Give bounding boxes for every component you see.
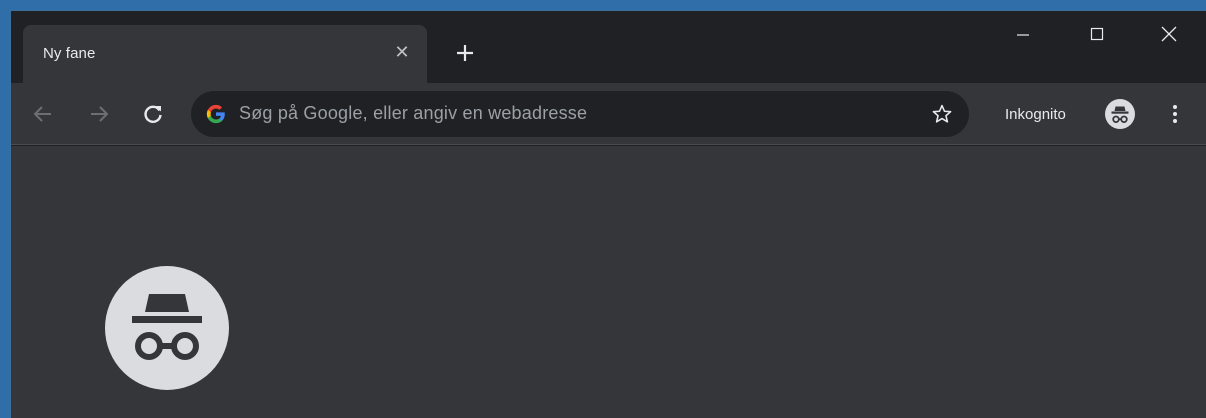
back-button[interactable] <box>29 100 57 128</box>
maximize-button[interactable] <box>1067 11 1127 57</box>
incognito-label: Inkognito <box>1005 105 1066 123</box>
forward-button[interactable] <box>85 100 113 128</box>
menu-button[interactable] <box>1161 100 1189 128</box>
reload-icon <box>144 105 162 123</box>
close-icon <box>1161 26 1177 42</box>
arrow-left-icon <box>33 106 51 122</box>
reload-button[interactable] <box>139 100 167 128</box>
google-logo-icon <box>206 104 225 124</box>
tab-close-icon[interactable]: ✕ <box>391 41 413 63</box>
maximize-icon <box>1090 27 1104 41</box>
omnibox-placeholder: Søg på Google, eller angiv en webadresse <box>239 103 588 123</box>
bookmark-button[interactable] <box>929 101 955 127</box>
incognito-icon <box>1105 99 1135 129</box>
incognito-profile-button[interactable]: Inkognito <box>991 97 1141 131</box>
plus-icon <box>457 45 473 61</box>
minimize-button[interactable] <box>993 11 1053 57</box>
incognito-icon <box>105 266 229 390</box>
page-content <box>11 146 1206 418</box>
tab-strip: Ny fane ✕ <box>11 11 1206 83</box>
star-icon <box>932 104 952 123</box>
three-dots-vertical-icon <box>1173 105 1177 123</box>
tab-new-tab[interactable]: Ny fane ✕ <box>23 25 427 83</box>
omnibox[interactable]: Søg på Google, eller angiv en webadresse <box>191 91 969 137</box>
close-window-button[interactable] <box>1139 11 1199 57</box>
new-tab-button[interactable] <box>451 39 479 67</box>
minimize-icon <box>1017 34 1029 36</box>
browser-window: Ny fane ✕ Søg på Google, eller angiv en … <box>10 10 1206 418</box>
tab-title: Ny fane <box>43 45 96 62</box>
toolbar: Søg på Google, eller angiv en webadresse… <box>11 83 1206 145</box>
arrow-right-icon <box>91 106 109 122</box>
